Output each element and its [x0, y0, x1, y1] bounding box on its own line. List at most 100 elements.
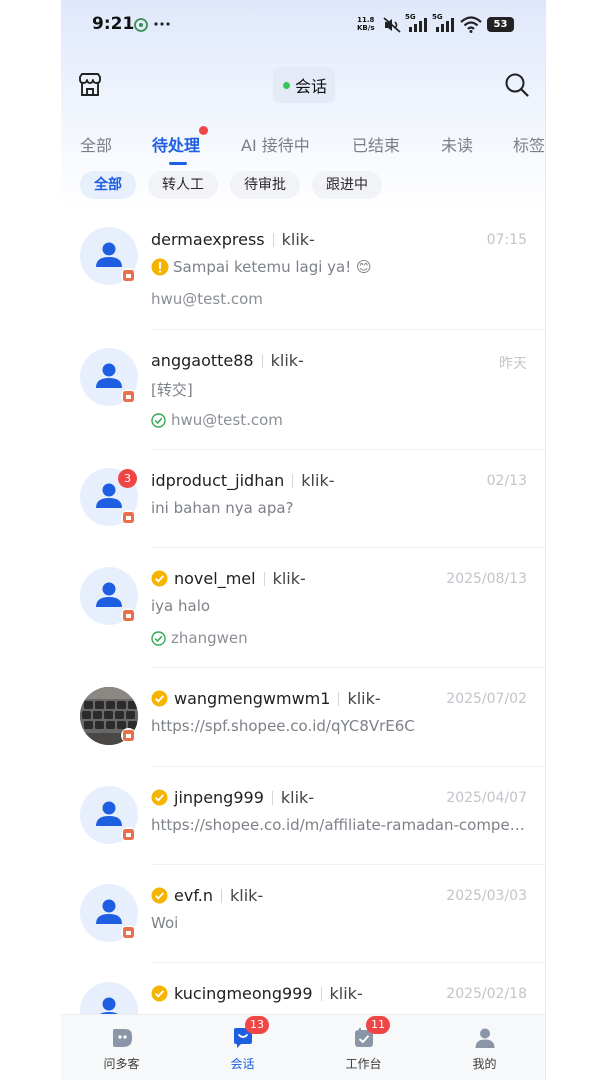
message-time: 昨天	[499, 356, 527, 372]
last-message-text: ini bahan nya apa?	[151, 499, 294, 517]
nav-conversations[interactable]: 13 会话	[182, 1015, 303, 1080]
shop-badge-icon	[123, 270, 134, 281]
conversation-item[interactable]: evf.n klik- 2025/03/03 Woi	[61, 865, 545, 963]
store-icon[interactable]	[77, 72, 103, 98]
conversation-item[interactable]: novel_mel klik- 2025/08/13 iya halo zhan…	[61, 548, 545, 668]
filter-following-up[interactable]: 跟进中	[312, 171, 382, 199]
customer-name: wangmengwmwm1	[174, 689, 331, 708]
shop-badge	[121, 728, 136, 743]
conversation-item[interactable]: anggaotte88 klik- 昨天 [转交] hwu@test.com	[61, 330, 545, 450]
tab-ended[interactable]: 已结束	[352, 132, 400, 156]
shop-badge-icon	[123, 391, 134, 402]
divider	[320, 986, 322, 1001]
last-message: https://spf.shopee.co.id/qYC8VrE6C	[151, 717, 527, 735]
online-status-dot	[283, 81, 290, 89]
page-title-text: 会话	[295, 77, 328, 96]
nav-profile[interactable]: 我的	[424, 1015, 545, 1080]
shop-badge-icon	[123, 512, 134, 523]
status-bar: 9:21 11.8 KB/s 5G 5G 53	[61, 0, 545, 50]
app-notification-icon	[134, 18, 148, 32]
user-icon	[96, 801, 122, 826]
message-time: 2025/03/03	[446, 888, 527, 904]
conversation-item[interactable]: jinpeng999 klik- 2025/04/07 https://shop…	[61, 767, 545, 865]
customer-name: evf.n	[174, 886, 214, 905]
filter-transfer-human[interactable]: 转人工	[148, 171, 218, 199]
nav-workbench[interactable]: 11 工作台	[303, 1015, 424, 1080]
search-icon[interactable]	[504, 72, 530, 98]
tab-all[interactable]: 全部	[80, 132, 112, 156]
shop-badge	[121, 268, 136, 283]
conversation-item[interactable]: dermaexpress klik- 07:15 Sampai ketemu l…	[61, 210, 545, 330]
shop-badge	[121, 827, 136, 842]
user-icon	[96, 899, 122, 924]
last-message-text: Woi	[151, 914, 179, 932]
warning-icon	[151, 258, 169, 276]
shop-name: klik-	[281, 230, 315, 249]
divider	[338, 691, 340, 706]
nav-label: 工作台	[345, 1057, 382, 1071]
customer-name: novel_mel	[174, 569, 256, 588]
conversation-item[interactable]: wangmengwmwm1 klik- 2025/07/02 https://s…	[61, 668, 545, 767]
customer-name: dermaexpress	[151, 230, 265, 249]
divider	[271, 790, 273, 805]
nav-wenduoke[interactable]: 问多客	[61, 1015, 182, 1080]
more-dots-icon	[154, 22, 170, 26]
customer-name: kucingmeong999	[174, 984, 313, 1003]
message-time: 2025/02/18	[446, 986, 527, 1002]
divider	[292, 473, 294, 488]
last-message: ini bahan nya apa?	[151, 499, 527, 517]
last-message-text: https://spf.shopee.co.id/qYC8VrE6C	[151, 717, 415, 735]
nav-badge: 13	[245, 1016, 269, 1034]
signal-icon	[409, 18, 427, 32]
divider	[263, 571, 265, 586]
conversation-item[interactable]: kucingmeong999 klik- 2025/02/18	[61, 963, 545, 1014]
last-message-text: Sampai ketemu lagi ya! 😊	[173, 258, 372, 276]
verified-badge-icon	[151, 887, 168, 904]
message-time: 2025/07/02	[446, 691, 527, 707]
last-message: Sampai ketemu lagi ya! 😊	[151, 258, 527, 276]
verified-badge-icon	[151, 690, 168, 707]
filter-all[interactable]: 全部	[80, 171, 136, 199]
active-tab-indicator	[169, 162, 187, 165]
nav-label: 问多客	[103, 1057, 140, 1071]
user-icon	[96, 483, 122, 508]
bottom-navigation: 问多客 13 会话 11 工作台 我的	[61, 1014, 545, 1080]
shop-badge	[121, 510, 136, 525]
conversation-header: kucingmeong999 klik-	[151, 984, 363, 1003]
divider	[261, 353, 263, 368]
tab-pending[interactable]: 待处理	[152, 132, 200, 156]
page-title[interactable]: 会话	[273, 67, 336, 103]
tab-ai-reception[interactable]: AI 接待中	[241, 132, 310, 156]
shop-badge-icon	[123, 927, 134, 938]
wifi-icon	[460, 16, 482, 33]
assigned-agent: hwu@test.com	[151, 290, 263, 308]
customer-name: anggaotte88	[151, 351, 254, 370]
verified-badge-icon	[151, 985, 168, 1002]
unread-count-badge: 3	[118, 469, 137, 488]
agent-name: hwu@test.com	[151, 290, 263, 308]
tab-unread[interactable]: 未读	[441, 132, 473, 156]
message-time: 2025/04/07	[446, 790, 527, 806]
net-speed-unit: KB/s	[357, 24, 375, 32]
net-speed-value: 11.8	[357, 16, 375, 24]
last-message: Woi	[151, 914, 527, 932]
user-icon	[96, 242, 122, 267]
shop-name: klik-	[270, 351, 304, 370]
verified-badge-icon	[151, 789, 168, 806]
net-speed: 11.8 KB/s	[357, 16, 374, 32]
verified-badge-icon	[151, 570, 168, 587]
signal-2-icon	[436, 18, 454, 32]
agent-name: zhangwen	[171, 629, 248, 647]
shop-name: klik-	[329, 984, 363, 1003]
conversation-header: evf.n klik-	[151, 886, 263, 905]
status-time: 9:21	[92, 14, 135, 34]
filter-pending-approval[interactable]: 待审批	[230, 171, 300, 199]
user-icon	[96, 582, 122, 607]
status-tabs: 全部 待处理 AI 接待中 已结束 未读 标签	[61, 128, 545, 168]
message-time: 02/13	[486, 473, 527, 489]
tab-tags[interactable]: 标签	[513, 132, 545, 156]
shop-badge-icon	[123, 829, 134, 840]
conversation-header: idproduct_jidhan klik-	[151, 471, 334, 490]
conversation-item[interactable]: 3 idproduct_jidhan klik- 02/13 ini bahan…	[61, 450, 545, 548]
shop-name: klik-	[280, 788, 315, 807]
